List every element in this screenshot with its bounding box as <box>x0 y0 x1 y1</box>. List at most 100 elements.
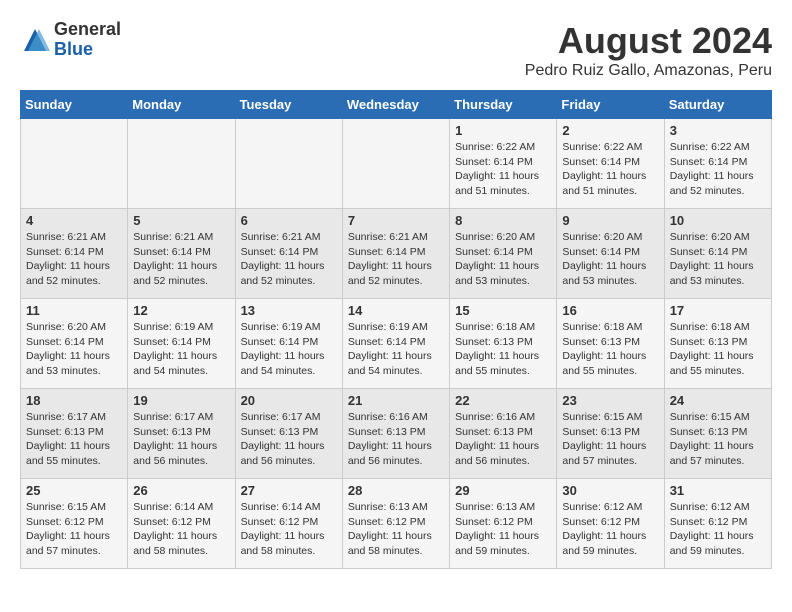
day-info: Sunrise: 6:21 AM Sunset: 6:14 PM Dayligh… <box>348 230 444 289</box>
day-info: Sunrise: 6:18 AM Sunset: 6:13 PM Dayligh… <box>455 320 551 379</box>
day-number: 22 <box>455 393 551 408</box>
calendar-cell <box>235 119 342 209</box>
calendar-cell: 3Sunrise: 6:22 AM Sunset: 6:14 PM Daylig… <box>664 119 771 209</box>
calendar-cell <box>128 119 235 209</box>
day-number: 26 <box>133 483 229 498</box>
day-info: Sunrise: 6:20 AM Sunset: 6:14 PM Dayligh… <box>455 230 551 289</box>
calendar-week-row: 4 Sunrise: 6:21 AM Sunset: 6:14 PM Daylig… <box>21 209 772 299</box>
day-header-friday: Friday <box>557 91 664 119</box>
day-info: Sunrise: 6:19 AM Sunset: 6:14 PM Dayligh… <box>133 320 229 379</box>
calendar-cell: 31Sunrise: 6:12 AM Sunset: 6:12 PM Dayli… <box>664 479 771 569</box>
logo: General Blue <box>20 20 121 60</box>
day-number: 17 <box>670 303 766 318</box>
day-info: Sunrise: 6:15 AM Sunset: 6:12 PM Dayligh… <box>26 500 122 559</box>
day-number: 27 <box>241 483 337 498</box>
day-number: 16 <box>562 303 658 318</box>
day-number: 6 <box>241 213 337 228</box>
calendar-cell: 8 Sunrise: 6:20 AM Sunset: 6:14 PM Daylig… <box>450 209 557 299</box>
day-number: 13 <box>241 303 337 318</box>
day-info: Sunrise: 6:18 AM Sunset: 6:13 PM Dayligh… <box>670 320 766 379</box>
day-info: Sunrise: 6:16 AM Sunset: 6:13 PM Dayligh… <box>455 410 551 469</box>
calendar-cell: 25 Sunrise: 6:15 AM Sunset: 6:12 PM Dayli… <box>21 479 128 569</box>
day-header-tuesday: Tuesday <box>235 91 342 119</box>
calendar-week-row: 25 Sunrise: 6:15 AM Sunset: 6:12 PM Dayli… <box>21 479 772 569</box>
day-number: 23 <box>562 393 658 408</box>
day-header-monday: Monday <box>128 91 235 119</box>
day-info: Sunrise: 6:21 AM Sunset: 6:14 PM Dayligh… <box>241 230 337 289</box>
calendar-cell: 10 Sunrise: 6:20 AM Sunset: 6:14 PM Dayli… <box>664 209 771 299</box>
calendar-cell: 16 Sunrise: 6:18 AM Sunset: 6:13 PM Dayli… <box>557 299 664 389</box>
day-number: 1 <box>455 123 551 138</box>
calendar-cell: 19Sunrise: 6:17 AM Sunset: 6:13 PM Dayli… <box>128 389 235 479</box>
day-number: 9 <box>562 213 658 228</box>
day-number: 7 <box>348 213 444 228</box>
day-info: Sunrise: 6:12 AM Sunset: 6:12 PM Dayligh… <box>562 500 658 559</box>
day-info: Sunrise: 6:14 AM Sunset: 6:12 PM Dayligh… <box>133 500 229 559</box>
calendar-table: SundayMondayTuesdayWednesdayThursdayFrid… <box>20 90 772 569</box>
calendar-cell: 24Sunrise: 6:15 AM Sunset: 6:13 PM Dayli… <box>664 389 771 479</box>
day-number: 10 <box>670 213 766 228</box>
calendar-cell: 11 Sunrise: 6:20 AM Sunset: 6:14 PM Dayli… <box>21 299 128 389</box>
calendar-cell: 15 Sunrise: 6:18 AM Sunset: 6:13 PM Dayli… <box>450 299 557 389</box>
day-info: Sunrise: 6:17 AM Sunset: 6:13 PM Dayligh… <box>26 410 122 469</box>
calendar-cell: 7 Sunrise: 6:21 AM Sunset: 6:14 PM Daylig… <box>342 209 449 299</box>
day-header-saturday: Saturday <box>664 91 771 119</box>
logo-icon <box>20 25 50 55</box>
day-number: 12 <box>133 303 229 318</box>
logo-general: General <box>54 20 121 40</box>
subtitle: Pedro Ruiz Gallo, Amazonas, Peru <box>525 62 772 80</box>
calendar-cell: 6 Sunrise: 6:21 AM Sunset: 6:14 PM Daylig… <box>235 209 342 299</box>
calendar-cell: 26 Sunrise: 6:14 AM Sunset: 6:12 PM Dayli… <box>128 479 235 569</box>
calendar-cell: 20 Sunrise: 6:17 AM Sunset: 6:13 PM Dayli… <box>235 389 342 479</box>
day-number: 14 <box>348 303 444 318</box>
calendar-week-row: 11 Sunrise: 6:20 AM Sunset: 6:14 PM Dayli… <box>21 299 772 389</box>
calendar-cell: 30 Sunrise: 6:12 AM Sunset: 6:12 PM Dayli… <box>557 479 664 569</box>
day-info: Sunrise: 6:22 AM Sunset: 6:14 PM Dayligh… <box>455 140 551 199</box>
calendar-week-row: 18 Sunrise: 6:17 AM Sunset: 6:13 PM Dayli… <box>21 389 772 479</box>
day-number: 18 <box>26 393 122 408</box>
calendar-cell: 13 Sunrise: 6:19 AM Sunset: 6:14 PM Dayli… <box>235 299 342 389</box>
day-number: 19 <box>133 393 229 408</box>
day-number: 21 <box>348 393 444 408</box>
calendar-cell: 12 Sunrise: 6:19 AM Sunset: 6:14 PM Dayli… <box>128 299 235 389</box>
calendar-header-row: SundayMondayTuesdayWednesdayThursdayFrid… <box>21 91 772 119</box>
day-number: 4 <box>26 213 122 228</box>
day-info: Sunrise: 6:22 AM Sunset: 6:14 PM Dayligh… <box>562 140 658 199</box>
calendar-cell: 14Sunrise: 6:19 AM Sunset: 6:14 PM Dayli… <box>342 299 449 389</box>
day-number: 20 <box>241 393 337 408</box>
day-number: 3 <box>670 123 766 138</box>
calendar-cell: 9 Sunrise: 6:20 AM Sunset: 6:14 PM Daylig… <box>557 209 664 299</box>
calendar-cell <box>342 119 449 209</box>
day-header-wednesday: Wednesday <box>342 91 449 119</box>
day-info: Sunrise: 6:20 AM Sunset: 6:14 PM Dayligh… <box>562 230 658 289</box>
day-number: 31 <box>670 483 766 498</box>
day-info: Sunrise: 6:20 AM Sunset: 6:14 PM Dayligh… <box>670 230 766 289</box>
calendar-cell: 1 Sunrise: 6:22 AM Sunset: 6:14 PM Daylig… <box>450 119 557 209</box>
day-number: 11 <box>26 303 122 318</box>
day-info: Sunrise: 6:16 AM Sunset: 6:13 PM Dayligh… <box>348 410 444 469</box>
calendar-cell <box>21 119 128 209</box>
main-title: August 2024 <box>525 20 772 62</box>
day-info: Sunrise: 6:21 AM Sunset: 6:14 PM Dayligh… <box>133 230 229 289</box>
calendar-cell: 27Sunrise: 6:14 AM Sunset: 6:12 PM Dayli… <box>235 479 342 569</box>
day-number: 30 <box>562 483 658 498</box>
calendar-cell: 21 Sunrise: 6:16 AM Sunset: 6:13 PM Dayli… <box>342 389 449 479</box>
day-number: 5 <box>133 213 229 228</box>
day-number: 25 <box>26 483 122 498</box>
day-info: Sunrise: 6:19 AM Sunset: 6:14 PM Dayligh… <box>241 320 337 379</box>
day-info: Sunrise: 6:20 AM Sunset: 6:14 PM Dayligh… <box>26 320 122 379</box>
day-info: Sunrise: 6:21 AM Sunset: 6:14 PM Dayligh… <box>26 230 122 289</box>
day-number: 8 <box>455 213 551 228</box>
title-area: August 2024 Pedro Ruiz Gallo, Amazonas, … <box>525 20 772 80</box>
logo-text: General Blue <box>54 20 121 60</box>
day-info: Sunrise: 6:17 AM Sunset: 6:13 PM Dayligh… <box>241 410 337 469</box>
day-number: 15 <box>455 303 551 318</box>
calendar-cell: 23Sunrise: 6:15 AM Sunset: 6:13 PM Dayli… <box>557 389 664 479</box>
day-info: Sunrise: 6:13 AM Sunset: 6:12 PM Dayligh… <box>455 500 551 559</box>
day-header-thursday: Thursday <box>450 91 557 119</box>
calendar-cell: 4 Sunrise: 6:21 AM Sunset: 6:14 PM Daylig… <box>21 209 128 299</box>
day-info: Sunrise: 6:13 AM Sunset: 6:12 PM Dayligh… <box>348 500 444 559</box>
day-info: Sunrise: 6:18 AM Sunset: 6:13 PM Dayligh… <box>562 320 658 379</box>
day-header-sunday: Sunday <box>21 91 128 119</box>
calendar-week-row: 1 Sunrise: 6:22 AM Sunset: 6:14 PM Daylig… <box>21 119 772 209</box>
